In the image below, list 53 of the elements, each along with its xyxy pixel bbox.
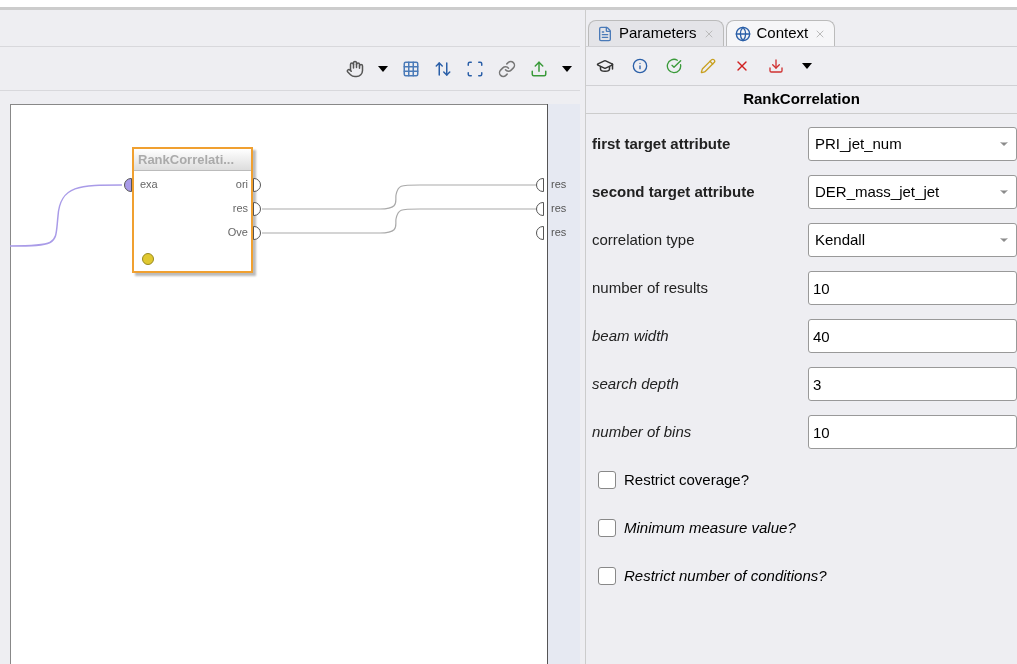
- number-field[interactable]: 3: [808, 367, 1017, 401]
- panel-tab[interactable]: Context: [725, 20, 836, 46]
- grid-icon[interactable]: [402, 59, 420, 78]
- port-label: exa: [140, 177, 158, 191]
- panel-title: RankCorrelation: [586, 86, 1017, 114]
- port-label: res: [551, 177, 567, 191]
- document-icon: [597, 25, 613, 42]
- number-field[interactable]: 40: [808, 319, 1017, 353]
- panel-tab[interactable]: Parameters: [588, 20, 724, 46]
- checkbox[interactable]: [598, 471, 616, 489]
- result-port[interactable]: [536, 202, 544, 216]
- parameter-label: correlation type: [592, 229, 696, 250]
- port-label: res: [551, 201, 567, 215]
- checkbox-label[interactable]: Restrict number of conditions?: [624, 564, 827, 588]
- info-icon[interactable]: [632, 58, 648, 74]
- dropdown-icon[interactable]: [562, 65, 572, 72]
- check-icon[interactable]: [666, 58, 682, 74]
- link-icon[interactable]: [498, 59, 516, 78]
- port-label: res: [232, 201, 248, 215]
- output-port[interactable]: [253, 202, 261, 216]
- port-label: res: [551, 225, 567, 239]
- download-icon[interactable]: [768, 58, 784, 74]
- port-label: ori: [235, 177, 248, 191]
- number-field[interactable]: 10: [808, 271, 1017, 305]
- fit-icon[interactable]: [466, 59, 484, 78]
- checkbox[interactable]: [598, 519, 616, 537]
- upload-icon[interactable]: [530, 59, 548, 78]
- parameter-label: second target attribute: [592, 181, 756, 202]
- parameter-label: beam width: [592, 325, 670, 346]
- dropdown-icon[interactable]: [802, 63, 812, 69]
- dropdown[interactable]: PRI_jet_num: [808, 127, 1017, 161]
- result-port[interactable]: [536, 178, 544, 192]
- dropdown[interactable]: Kendall: [808, 223, 1017, 257]
- parameter-label: first target attribute: [592, 133, 732, 154]
- parameter-label: number of results: [592, 277, 709, 298]
- result-port[interactable]: [536, 226, 544, 240]
- hand-icon[interactable]: [346, 59, 364, 78]
- input-port[interactable]: [124, 178, 132, 192]
- user-icon[interactable]: [596, 57, 614, 75]
- parameter-label: search depth: [592, 373, 680, 394]
- checkbox-label[interactable]: Restrict coverage?: [624, 468, 750, 492]
- output-port[interactable]: [253, 178, 261, 192]
- output-port[interactable]: [253, 226, 261, 240]
- parameter-label: number of bins: [592, 421, 693, 442]
- number-field[interactable]: 10: [808, 415, 1017, 449]
- globe-icon: [734, 25, 751, 42]
- checkbox[interactable]: [598, 567, 616, 585]
- checkbox-label[interactable]: Minimum measure value?: [624, 516, 796, 540]
- arrows-icon[interactable]: [434, 59, 452, 78]
- dropdown-icon[interactable]: [378, 65, 388, 72]
- port-label: Ove: [227, 225, 248, 239]
- operator-title: RankCorrelati...: [134, 149, 251, 171]
- dropdown[interactable]: DER_mass_jet_jet: [808, 175, 1017, 209]
